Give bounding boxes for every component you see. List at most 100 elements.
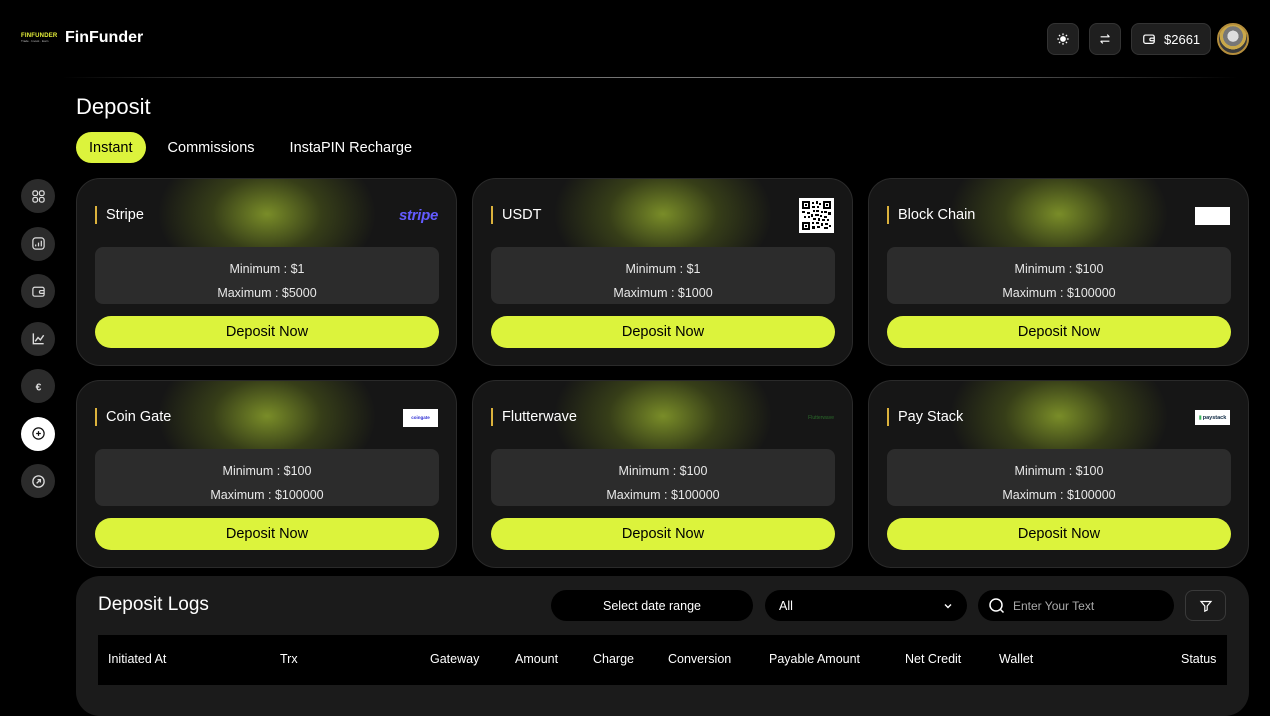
sun-icon [1057, 33, 1069, 45]
dashboard-icon [31, 189, 45, 203]
balance-amount: $2661 [1164, 31, 1201, 47]
logs-title: Deposit Logs [98, 594, 209, 615]
minimum-amount: Minimum : $1 [229, 262, 305, 276]
deposit-limits: Minimum : $1 Maximum : $5000 [95, 247, 439, 304]
coingate-logo: coingate [403, 400, 438, 435]
deposit-limits: Minimum : $1 Maximum : $1000 [491, 247, 835, 304]
sidebar-item-trading[interactable] [21, 321, 55, 356]
maximum-amount: Maximum : $100000 [1002, 488, 1116, 502]
page-title: Deposit [76, 94, 151, 119]
gateway-name: Coin Gate [95, 408, 171, 426]
deposit-now-button[interactable]: Deposit Now [491, 518, 835, 550]
gateway-card-coingate: Coin Gate coingate Minimum : $100 Maximu… [76, 380, 457, 568]
top-header: FINFUNDER Trade · Invest · Earn FinFunde… [0, 0, 1270, 78]
gateway-name: Flutterwave [491, 408, 577, 426]
deposit-now-button[interactable]: Deposit Now [887, 316, 1231, 348]
sidebar-item-deposit[interactable] [21, 416, 55, 451]
sidebar-item-analytics[interactable] [21, 226, 55, 261]
gateway-card-stripe: Stripe stripe Minimum : $1 Maximum : $50… [76, 178, 457, 366]
maximum-amount: Maximum : $1000 [613, 286, 713, 300]
maximum-amount: Maximum : $100000 [1002, 286, 1116, 300]
gateway-name: USDT [491, 206, 541, 224]
sidebar-item-wallet[interactable] [21, 274, 55, 308]
gateway-card-blockchain: Block Chain Minimum : $100 Maximum : $10… [868, 178, 1249, 366]
plus-circle-icon [31, 427, 45, 440]
deposit-limits: Minimum : $100 Maximum : $100000 [887, 247, 1231, 304]
column-payable-amount[interactable]: Payable Amount [769, 652, 860, 666]
blank-logo-icon [1195, 206, 1230, 225]
wallet-balance-button[interactable]: $2661 [1131, 23, 1212, 55]
maximum-amount: Maximum : $5000 [217, 286, 317, 300]
column-amount[interactable]: Amount [515, 652, 558, 666]
stripe-logo: stripe [399, 198, 438, 233]
gateway-card-paystack: Pay Stack ▮ paystack Minimum : $100 Maxim… [868, 380, 1249, 568]
deposit-limits: Minimum : $100 Maximum : $100000 [491, 449, 835, 506]
deposit-now-button[interactable]: Deposit Now [95, 518, 439, 550]
avatar[interactable] [1217, 23, 1249, 55]
wallet-icon [31, 286, 45, 297]
flutterwave-logo-text: Flutterwave [808, 414, 834, 421]
gateway-name: Stripe [95, 206, 144, 224]
filter-button[interactable] [1185, 590, 1226, 621]
euro-icon: € [35, 382, 41, 393]
gateway-name: Pay Stack [887, 408, 963, 426]
wallet-icon [1143, 34, 1155, 44]
sidebar-item-currency[interactable]: € [21, 369, 55, 403]
brand-name[interactable]: FinFunder [65, 29, 143, 47]
maximum-amount: Maximum : $100000 [606, 488, 720, 502]
logo[interactable]: FINFUNDER Trade · Invest · Earn [21, 33, 57, 45]
blockchain-logo [1195, 198, 1230, 233]
gateway-card-flutterwave: Flutterwave Flutterwave Minimum : $100 M… [472, 380, 853, 568]
tab-instant[interactable]: Instant [76, 132, 146, 163]
minimum-amount: Minimum : $1 [625, 262, 701, 276]
chart-box-icon [31, 237, 45, 250]
tab-commissions[interactable]: Commissions [155, 132, 268, 163]
minimum-amount: Minimum : $100 [618, 464, 708, 478]
logs-table-header: Initiated At Trx Gateway Amount Charge C… [98, 635, 1227, 685]
paystack-logo: ▮ paystack [1195, 400, 1230, 435]
column-wallet[interactable]: Wallet [999, 652, 1033, 666]
logo-tagline: Trade · Invest · Earn [21, 39, 49, 43]
deposit-now-button[interactable]: Deposit Now [95, 316, 439, 348]
minimum-amount: Minimum : $100 [1014, 262, 1104, 276]
deposit-logs-panel: Deposit Logs Select date range All Initi… [76, 576, 1249, 716]
sidebar-item-dashboard[interactable] [21, 179, 55, 213]
deposit-now-button[interactable]: Deposit Now [887, 518, 1231, 550]
chevron-down-icon [944, 603, 952, 608]
column-charge[interactable]: Charge [593, 652, 634, 666]
search-icon [989, 598, 1005, 614]
filter-icon [1199, 600, 1212, 612]
sidebar: € [21, 179, 55, 512]
paystack-logo-text: paystack [1202, 414, 1227, 421]
tab-instapin-recharge[interactable]: InstaPIN Recharge [277, 132, 426, 163]
column-conversion[interactable]: Conversion [668, 652, 731, 666]
theme-toggle-button[interactable] [1047, 23, 1079, 55]
deposit-tabs: Instant Commissions InstaPIN Recharge [76, 132, 434, 163]
status-select[interactable]: All [765, 590, 967, 621]
column-net-credit[interactable]: Net Credit [905, 652, 961, 666]
qr-code-logo [799, 198, 834, 233]
column-gateway[interactable]: Gateway [430, 652, 479, 666]
status-select-value: All [779, 598, 793, 613]
stripe-logo-text: stripe [398, 207, 438, 224]
flutterwave-logo: Flutterwave [808, 400, 834, 435]
column-status[interactable]: Status [1181, 652, 1216, 666]
deposit-limits: Minimum : $100 Maximum : $100000 [95, 449, 439, 506]
transfer-button[interactable] [1089, 23, 1121, 55]
coingate-logo-text: coingate [411, 415, 430, 420]
gateway-card-usdt: USDT Minimum : $1 Maximum : $1000 Deposi… [472, 178, 853, 366]
deposit-now-button[interactable]: Deposit Now [491, 316, 835, 348]
column-initiated-at[interactable]: Initiated At [108, 652, 166, 666]
sidebar-item-withdraw[interactable] [21, 464, 55, 498]
date-range-picker[interactable]: Select date range [551, 590, 753, 621]
deposit-limits: Minimum : $100 Maximum : $100000 [887, 449, 1231, 506]
swap-arrows-icon [1100, 34, 1110, 44]
arrow-up-right-circle-icon [31, 474, 45, 488]
minimum-amount: Minimum : $100 [222, 464, 312, 478]
line-chart-icon [32, 333, 44, 345]
minimum-amount: Minimum : $100 [1014, 464, 1104, 478]
search-input[interactable] [1013, 598, 1153, 613]
column-trx[interactable]: Trx [280, 652, 298, 666]
gateway-name: Block Chain [887, 206, 975, 224]
qr-code-icon [799, 198, 834, 233]
